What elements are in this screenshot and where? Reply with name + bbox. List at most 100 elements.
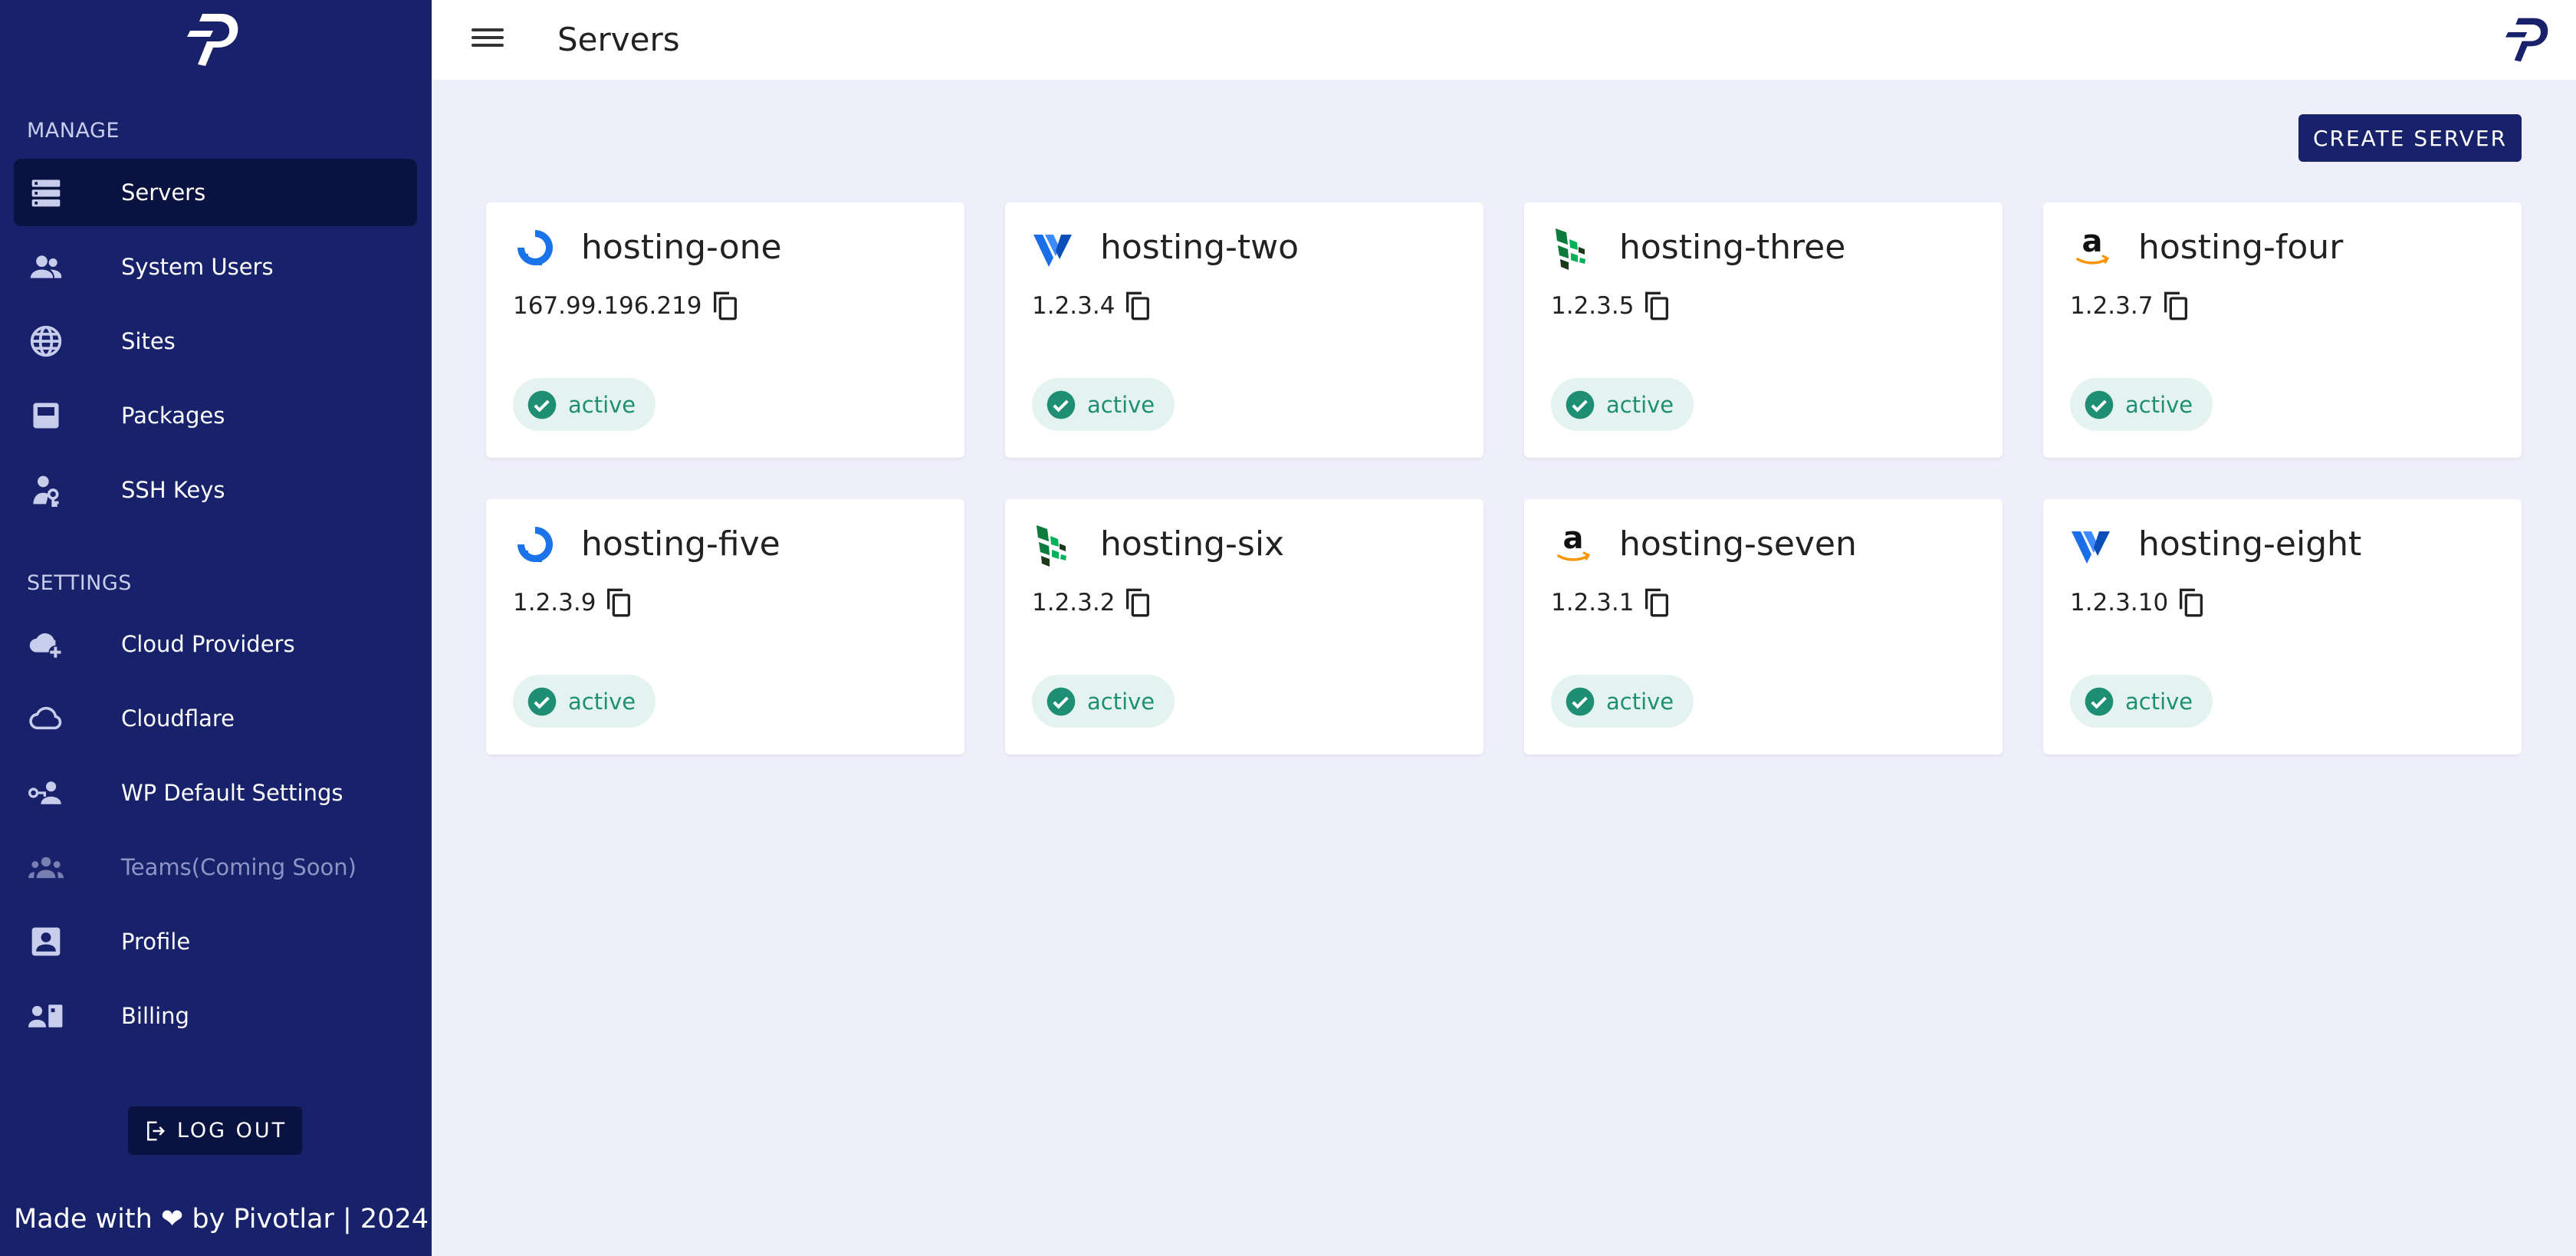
status-badge: active: [513, 378, 656, 431]
server-ip: 167.99.196.219: [513, 292, 702, 320]
sidebar-item-label: Teams(Coming Soon): [121, 854, 356, 880]
check-circle-icon: [527, 687, 557, 715]
server-ip: 1.2.3.9: [513, 589, 596, 616]
section-settings-label: SETTINGS: [27, 571, 132, 595]
server-card[interactable]: hosting-three 1.2.3.5 active: [1524, 202, 2003, 458]
create-server-button[interactable]: CREATE SERVER: [2298, 114, 2522, 162]
server-name[interactable]: hosting-one: [581, 228, 782, 267]
sidebar-item-label: Packages: [121, 403, 225, 429]
check-circle-icon: [527, 390, 557, 419]
status-text: active: [568, 688, 636, 715]
ip-row: 1.2.3.7: [2070, 289, 2191, 323]
status-text: active: [568, 391, 636, 418]
server-ip: 1.2.3.10: [2070, 589, 2169, 616]
logout-label: LOG OUT: [176, 1119, 288, 1143]
server-name[interactable]: hosting-four: [2138, 228, 2343, 267]
sidebar-item-billing[interactable]: Billing: [14, 982, 417, 1050]
sidebar-item-sites[interactable]: Sites: [14, 307, 417, 375]
check-circle-icon: [1046, 390, 1076, 419]
vultr-logo-icon: [2068, 521, 2116, 568]
server-name[interactable]: hosting-two: [1100, 228, 1299, 267]
sidebar-item-teams: Teams(Coming Soon): [14, 833, 417, 901]
copy-icon[interactable]: [603, 586, 634, 620]
status-text: active: [2125, 391, 2193, 418]
check-circle-icon: [1566, 687, 1595, 715]
copy-icon[interactable]: [1122, 586, 1153, 620]
users-icon: [28, 250, 64, 284]
server-name[interactable]: hosting-seven: [1619, 524, 1857, 564]
status-badge: active: [1032, 675, 1175, 728]
sidebar-item-label: Cloudflare: [121, 705, 235, 732]
billing-icon: [28, 999, 64, 1033]
status-badge: active: [1551, 675, 1694, 728]
logout-icon: [146, 1121, 165, 1140]
sidebar-item-label: Billing: [121, 1003, 189, 1029]
amazon-logo-icon: a: [2068, 224, 2116, 271]
server-name[interactable]: hosting-three: [1619, 228, 1845, 267]
top-bar: Servers: [432, 0, 2576, 80]
server-card[interactable]: hosting-two 1.2.3.4 active: [1005, 202, 1484, 458]
status-text: active: [1606, 688, 1674, 715]
page-title: Servers: [557, 21, 680, 58]
server-card[interactable]: hosting-eight 1.2.3.10 active: [2043, 499, 2522, 755]
server-card[interactable]: a hosting-seven 1.2.3.1 active: [1524, 499, 2003, 755]
sidebar-item-cloud-providers[interactable]: Cloud Providers: [14, 610, 417, 678]
ip-row: 1.2.3.9: [513, 586, 634, 620]
pivotlar-logo[interactable]: [187, 11, 242, 69]
copy-icon[interactable]: [710, 289, 741, 323]
server-ip: 1.2.3.2: [1032, 589, 1116, 616]
ip-row: 1.2.3.1: [1551, 586, 1672, 620]
sidebar-item-ssh-keys[interactable]: SSH Keys: [14, 456, 417, 524]
sidebar-item-label: Sites: [121, 328, 176, 354]
package-icon: [28, 399, 64, 432]
sidebar-item-label: Servers: [121, 179, 206, 205]
sidebar-item-label: WP Default Settings: [121, 780, 343, 806]
sidebar-item-system-users[interactable]: System Users: [14, 233, 417, 301]
check-circle-icon: [1566, 390, 1595, 419]
server-name[interactable]: hosting-five: [581, 524, 780, 564]
digitalocean-logo-icon: [511, 224, 559, 271]
profile-icon: [28, 925, 64, 958]
digitalocean-logo-icon: [511, 521, 559, 568]
team-icon: [28, 850, 64, 884]
status-text: active: [1087, 688, 1155, 715]
server-ip: 1.2.3.7: [2070, 292, 2154, 320]
server-card[interactable]: hosting-six 1.2.3.2 active: [1005, 499, 1484, 755]
server-card[interactable]: hosting-five 1.2.3.9 active: [486, 499, 964, 755]
ip-row: 1.2.3.5: [1551, 289, 1672, 323]
status-text: active: [2125, 688, 2193, 715]
section-manage-label: MANAGE: [27, 119, 120, 143]
server-ip: 1.2.3.5: [1551, 292, 1635, 320]
copy-icon[interactable]: [2160, 289, 2191, 323]
svg-text:a: a: [2082, 224, 2103, 259]
server-name[interactable]: hosting-eight: [2138, 524, 2361, 564]
linode-logo-icon: [1549, 224, 1597, 271]
status-badge: active: [2070, 675, 2213, 728]
server-card[interactable]: a hosting-four 1.2.3.7 active: [2043, 202, 2522, 458]
sidebar-item-cloudflare[interactable]: Cloudflare: [14, 685, 417, 752]
server-name[interactable]: hosting-six: [1100, 524, 1284, 564]
menu-icon[interactable]: [472, 25, 504, 55]
ip-row: 1.2.3.2: [1032, 586, 1153, 620]
cloud-plus-icon: [28, 627, 64, 661]
pivotlar-logo[interactable]: [2505, 15, 2551, 64]
sidebar-item-profile[interactable]: Profile: [14, 908, 417, 975]
logout-button[interactable]: LOG OUT: [128, 1106, 302, 1155]
copy-icon[interactable]: [2176, 586, 2206, 620]
svg-text:a: a: [1563, 521, 1584, 556]
ip-row: 1.2.3.10: [2070, 586, 2206, 620]
server-card[interactable]: hosting-one 167.99.196.219 active: [486, 202, 964, 458]
status-text: active: [1087, 391, 1155, 418]
globe-icon: [28, 324, 64, 358]
copy-icon[interactable]: [1122, 289, 1153, 323]
sidebar-item-servers[interactable]: Servers: [14, 159, 417, 226]
status-badge: active: [2070, 378, 2213, 431]
copy-icon[interactable]: [1641, 586, 1672, 620]
copy-icon[interactable]: [1641, 289, 1672, 323]
sidebar-item-label: System Users: [121, 254, 274, 280]
status-badge: active: [1032, 378, 1175, 431]
sidebar-item-label: SSH Keys: [121, 477, 225, 503]
sidebar-item-wp-default-settings[interactable]: WP Default Settings: [14, 759, 417, 827]
ip-row: 1.2.3.4: [1032, 289, 1153, 323]
sidebar-item-packages[interactable]: Packages: [14, 382, 417, 449]
